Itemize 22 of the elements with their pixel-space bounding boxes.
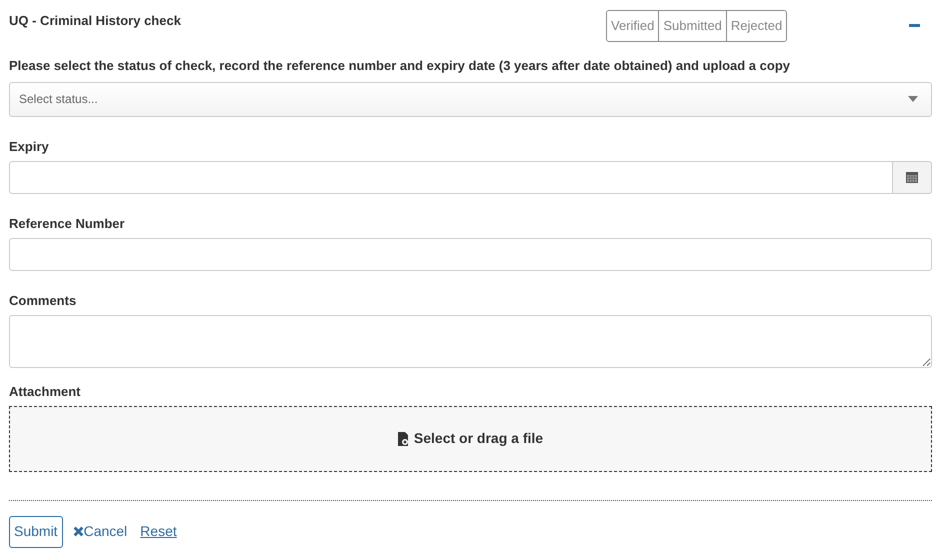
status-toggle[interactable]: Rejected bbox=[726, 11, 786, 41]
field-label: Expiry bbox=[9, 138, 50, 154]
field-label: Comments bbox=[9, 292, 78, 308]
reset-link[interactable]: Reset bbox=[140, 521, 177, 542]
file-dropzone[interactable]: Select or drag a file bbox=[9, 406, 932, 472]
status-select[interactable]: Select status... bbox=[9, 82, 932, 116]
field-label: Reference Number bbox=[9, 214, 126, 232]
cancel-button[interactable]: Cancel bbox=[72, 521, 128, 542]
submit-button[interactable]: Submit bbox=[9, 516, 63, 548]
section-title: UQ - Criminal History check bbox=[9, 12, 182, 30]
calendar-icon bbox=[906, 171, 918, 183]
dropzone-text: Select or drag a file bbox=[414, 429, 544, 448]
close-icon bbox=[72, 526, 84, 537]
instruction-label: Please select the status of check, record the reference number and expiry date (3 years after date obtained) and upload a copy bbox=[9, 57, 791, 75]
date-field[interactable] bbox=[9, 160, 893, 194]
minus-icon bbox=[908, 24, 920, 26]
caret-icon bbox=[908, 96, 918, 102]
calendar-button[interactable] bbox=[893, 160, 932, 194]
file-icon bbox=[398, 432, 409, 446]
field-label: Attachment bbox=[9, 382, 82, 400]
comments-field[interactable] bbox=[9, 314, 932, 368]
reference-field[interactable] bbox=[9, 238, 932, 270]
